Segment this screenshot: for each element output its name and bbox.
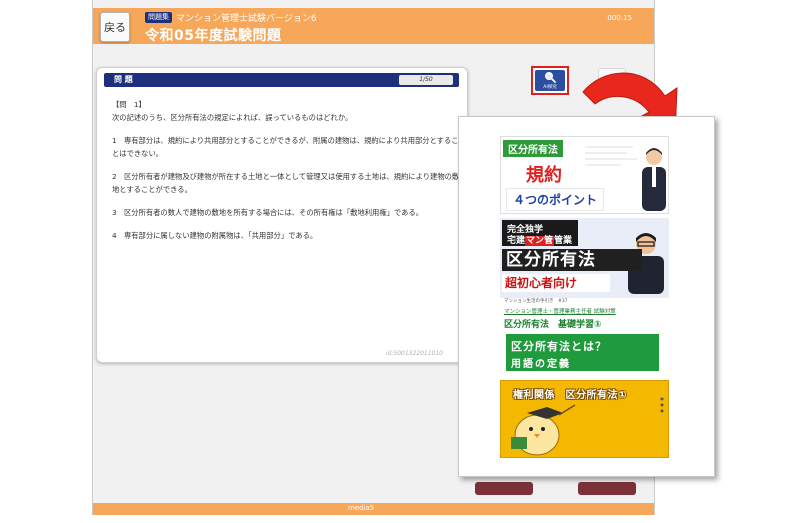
footer-brand: media5 bbox=[348, 504, 375, 512]
whiteboard-lines bbox=[585, 146, 637, 166]
question-section-label: 問 題 bbox=[114, 75, 133, 84]
related-videos-popup: 区分所有法 規約 ４つのポイント 完全独学 宅建マン管管業 区分所有法 超初心者… bbox=[458, 116, 715, 477]
magnifier-icon bbox=[544, 71, 556, 83]
video-1-subtitle: ４つのポイント bbox=[506, 188, 605, 211]
category-badge: 問題集 bbox=[145, 12, 172, 23]
video-thumbnail-4[interactable]: 権利関係 区分所有法① bbox=[500, 380, 669, 458]
video-3-small-text: マンション生活の手引き #37 bbox=[504, 299, 568, 304]
video-4-title: 権利関係 区分所有法① bbox=[513, 390, 627, 401]
app-name: マンション管理士試験バージョン6 bbox=[176, 14, 317, 24]
video-3-banner: 区分所有法とは？ 用語の定義 bbox=[506, 334, 659, 371]
question-counter: 1/50 bbox=[399, 75, 453, 85]
answer-option-3[interactable]: 3 区分所有者の数人で建物の敷地を所有する場合には、その所有権は「敷地利用権」で… bbox=[112, 206, 464, 219]
question-prompt: 次の記述のうち、区分所有法の規定によれば、誤っているものはどれか。 bbox=[112, 113, 353, 122]
presenter-avatar bbox=[642, 148, 666, 211]
header-bar: 戻る 問題集 マンション管理士試験バージョン6 令和05年度試験問題 000:1… bbox=[93, 8, 654, 44]
question-header: 問 題 1/50 bbox=[104, 73, 459, 87]
video-2-title: 区分所有法 bbox=[502, 249, 642, 271]
question-card: 問 題 1/50 【問 1】 次の記述のうち、区分所有法の規定によれば、誤ってい… bbox=[96, 67, 468, 363]
video-2-line-2-post: 管業 bbox=[554, 236, 573, 246]
question-id: id:5001322011010 bbox=[385, 350, 443, 357]
video-thumbnail-2[interactable]: 完全独学 宅建マン管管業 区分所有法 超初心者向け bbox=[500, 218, 669, 298]
video-2-subtitle: 超初心者向け bbox=[502, 274, 610, 292]
bottom-button-right[interactable] bbox=[578, 482, 636, 495]
answer-option-1[interactable]: 1 専有部分は、規約により共用部分とすることができるが、附属の建物は、規約により… bbox=[112, 134, 464, 160]
video-1-tag: 区分所有法 bbox=[503, 140, 563, 157]
ai-search-button[interactable]: AI探究 bbox=[531, 66, 569, 95]
question-body: 【問 1】 次の記述のうち、区分所有法の規定によれば、誤っているものはどれか。 … bbox=[112, 98, 464, 242]
timer: 000:15 bbox=[607, 14, 632, 22]
video-2-line-2-pre: 宅建 bbox=[507, 236, 526, 246]
video-thumbnail-1[interactable]: 区分所有法 規約 ４つのポイント bbox=[500, 136, 669, 214]
answer-option-2[interactable]: 2 区分所有者が建物及び建物が所在する土地と一体として管理又は使用する土地は、規… bbox=[112, 170, 464, 196]
question-number: 【問 1】 bbox=[112, 100, 146, 109]
bottom-button-left[interactable] bbox=[475, 482, 533, 495]
video-2-line-2-mark: マン管 bbox=[525, 236, 555, 246]
ai-search-button-face: AI探究 bbox=[535, 70, 565, 91]
video-2-header: 完全独学 宅建マン管管業 bbox=[502, 220, 578, 246]
video-2-line-2: 宅建マン管管業 bbox=[507, 233, 572, 246]
video-3-title: 区分所有法 基礎学習① bbox=[504, 320, 602, 330]
back-button[interactable]: 戻る bbox=[100, 12, 130, 42]
video-3-banner-line-1: 区分所有法とは？ bbox=[511, 340, 607, 353]
footer-bar: media5 bbox=[93, 503, 654, 515]
exam-title: 令和05年度試験問題 bbox=[145, 28, 282, 44]
ai-search-label: AI探究 bbox=[543, 85, 557, 90]
video-thumbnail-3[interactable]: マンション生活の手引き #37 マンション管理士・管理業務主任者 試験対策 区分… bbox=[500, 298, 669, 379]
answer-option-4[interactable]: 4 専有部分に属しない建物の附属物は、「共用部分」である。 bbox=[112, 229, 464, 242]
video-3-series: マンション管理士・管理業務主任者 試験対策 bbox=[504, 309, 616, 315]
more-options-icon[interactable] bbox=[660, 396, 664, 414]
video-3-banner-line-2: 用語の定義 bbox=[511, 359, 571, 370]
chick-mascot-icon bbox=[511, 404, 576, 456]
video-1-title: 規約 bbox=[526, 165, 562, 186]
